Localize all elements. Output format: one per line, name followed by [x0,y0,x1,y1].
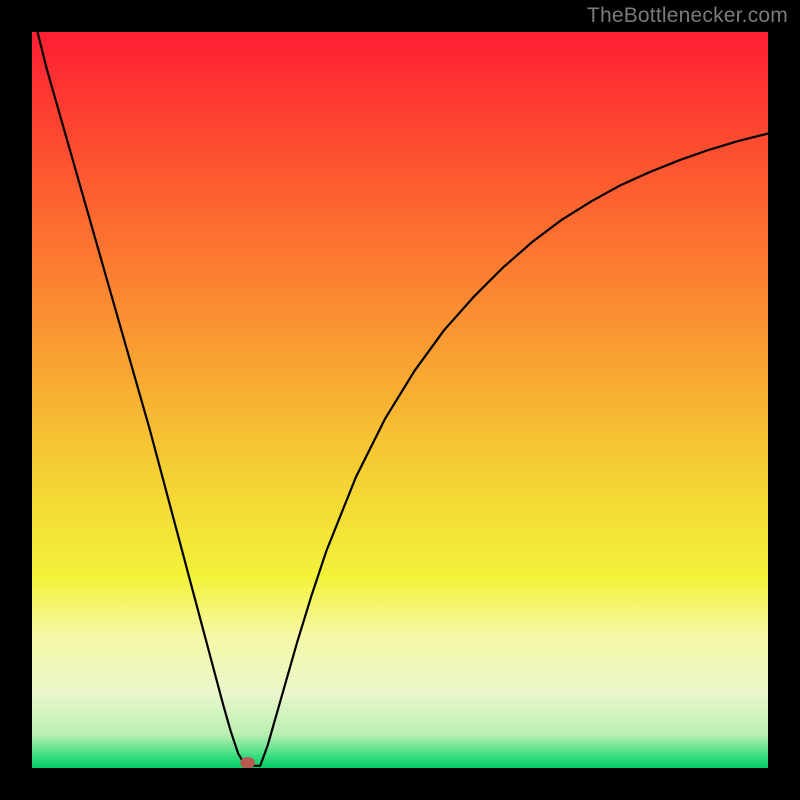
plot-svg [32,32,768,768]
chart-stage: TheBottlenecker.com [0,0,800,800]
attribution-text: TheBottlenecker.com [587,4,788,28]
plot-area [32,32,768,768]
